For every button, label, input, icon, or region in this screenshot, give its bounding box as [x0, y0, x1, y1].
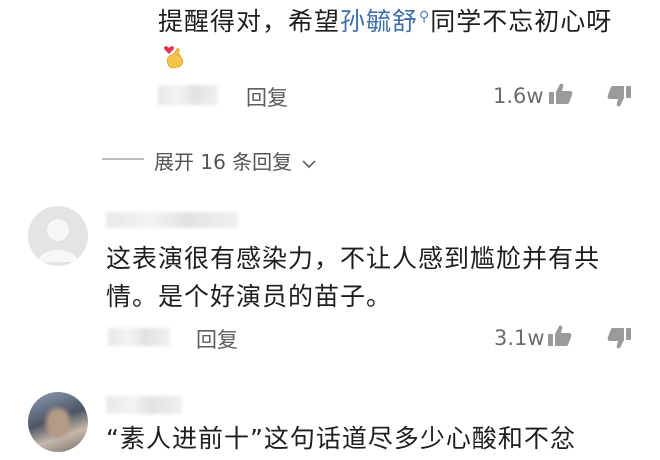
- username-redacted: [106, 396, 182, 414]
- thumbs-up-icon[interactable]: [548, 82, 574, 106]
- timestamp-redacted: [108, 328, 170, 346]
- reply-button[interactable]: 回复: [246, 82, 288, 112]
- comment-text: “素人进前十”这句话道尽多少心酸和不忿: [106, 420, 646, 458]
- chevron-down-icon: [301, 159, 316, 168]
- default-avatar-icon: [38, 219, 78, 262]
- username-redacted: [158, 85, 218, 105]
- expand-divider: [102, 158, 144, 160]
- thumbs-up-icon[interactable]: [547, 324, 573, 348]
- reply-button[interactable]: 回复: [196, 324, 238, 354]
- search-icon[interactable]: ⚲: [419, 9, 430, 25]
- comment-line: “素人进前十”这句话道尽多少心酸和不忿: [106, 424, 576, 453]
- thumbs-down-icon[interactable]: [606, 84, 632, 108]
- expand-replies-label: 展开 16 条回复: [154, 150, 293, 174]
- comment-line: 情。是个好演员的苗子。: [106, 282, 393, 311]
- comment-text: 这表演很有感染力，不让人感到尴尬并有共 情。是个好演员的苗子。: [106, 240, 646, 316]
- reply-text: 提醒得对，希望孙毓舒⚲同学不忘初心呀: [158, 2, 612, 38]
- like-count: 1.6w: [493, 84, 544, 108]
- mention-link[interactable]: 孙毓舒: [340, 7, 418, 36]
- comment-line: 这表演很有感染力，不让人感到尴尬并有共: [106, 244, 601, 273]
- username-redacted: [106, 212, 238, 228]
- finger-heart-emoji-icon: [163, 46, 184, 69]
- like-count: 3.1w: [494, 326, 545, 350]
- avatar[interactable]: [28, 206, 88, 266]
- reply-text-before: 提醒得对，希望: [158, 7, 341, 36]
- thumbs-down-icon[interactable]: [606, 326, 632, 350]
- avatar[interactable]: [28, 392, 88, 452]
- expand-replies-button[interactable]: 展开 16 条回复: [154, 146, 317, 175]
- reply-text-after: 同学不忘初心呀: [430, 7, 613, 36]
